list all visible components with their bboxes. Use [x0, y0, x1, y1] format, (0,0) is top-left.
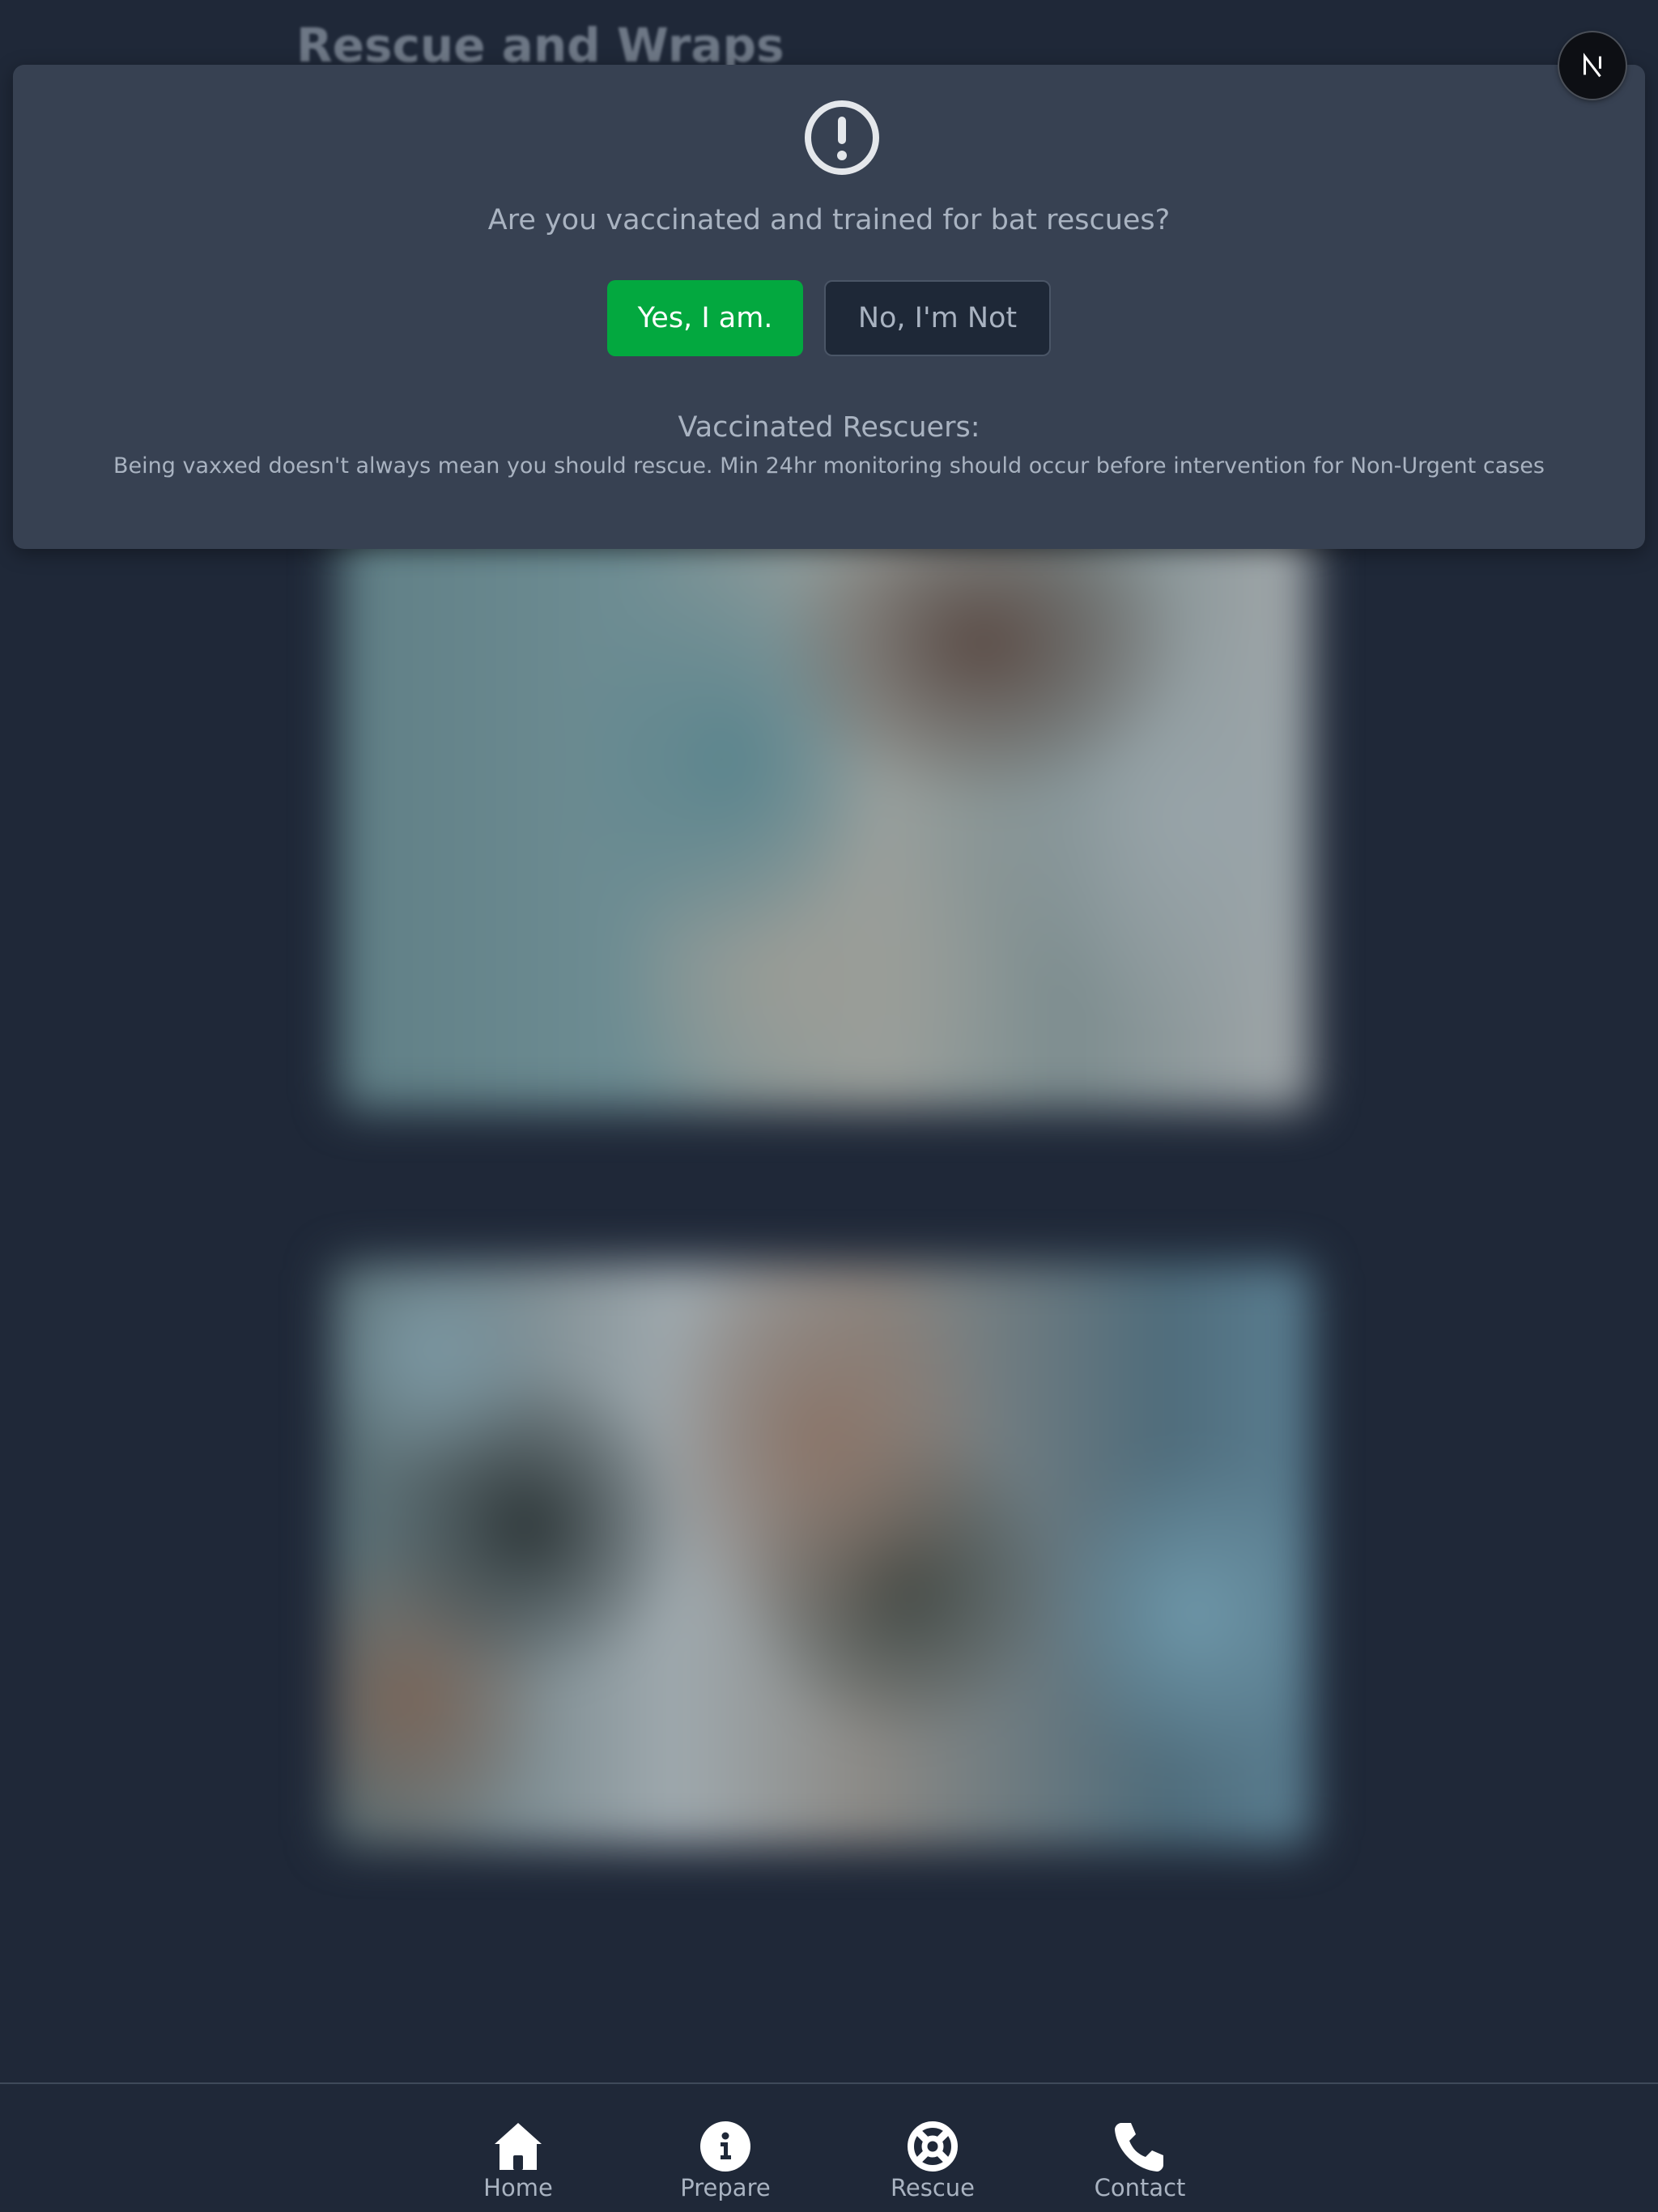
nav-label-contact: Contact: [1094, 2174, 1186, 2201]
lifebuoy-icon: [908, 2121, 958, 2172]
nav-item-rescue[interactable]: Rescue: [868, 2120, 997, 2209]
page: Rescue and Wraps Are you vaccinated and …: [0, 0, 1658, 2212]
bottom-navigation: Home Prepare Rescue Contact: [0, 2082, 1658, 2212]
nav-item-home[interactable]: Home: [453, 2120, 583, 2209]
dialog-question: Are you vaccinated and trained for bat r…: [487, 204, 1171, 236]
nextjs-dev-indicator-button[interactable]: [1559, 32, 1626, 99]
blurred-bat-photo: [340, 526, 1312, 1109]
not-vaccinated-button[interactable]: No, I'm Not: [824, 280, 1051, 356]
nav-label-home: Home: [483, 2174, 553, 2201]
yes-vaccinated-button[interactable]: Yes, I am.: [607, 280, 803, 356]
nav-label-rescue: Rescue: [891, 2174, 975, 2201]
nextjs-logo-icon: [1583, 53, 1602, 78]
info-heading: Vaccinated Rescuers:: [678, 411, 980, 444]
exclamation-circle-icon: [805, 100, 879, 175]
info-icon: [700, 2121, 750, 2172]
info-text: Being vaxxed doesn't always mean you sho…: [113, 453, 1545, 479]
vaccination-prompt-dialog: Are you vaccinated and trained for bat r…: [13, 65, 1645, 549]
nav-label-prepare: Prepare: [680, 2174, 771, 2201]
phone-icon: [1115, 2123, 1163, 2172]
home-icon: [495, 2123, 542, 2170]
nav-item-contact[interactable]: Contact: [1075, 2120, 1205, 2209]
blurred-bat-photo: [332, 1263, 1312, 1846]
nav-item-prepare[interactable]: Prepare: [661, 2120, 790, 2209]
